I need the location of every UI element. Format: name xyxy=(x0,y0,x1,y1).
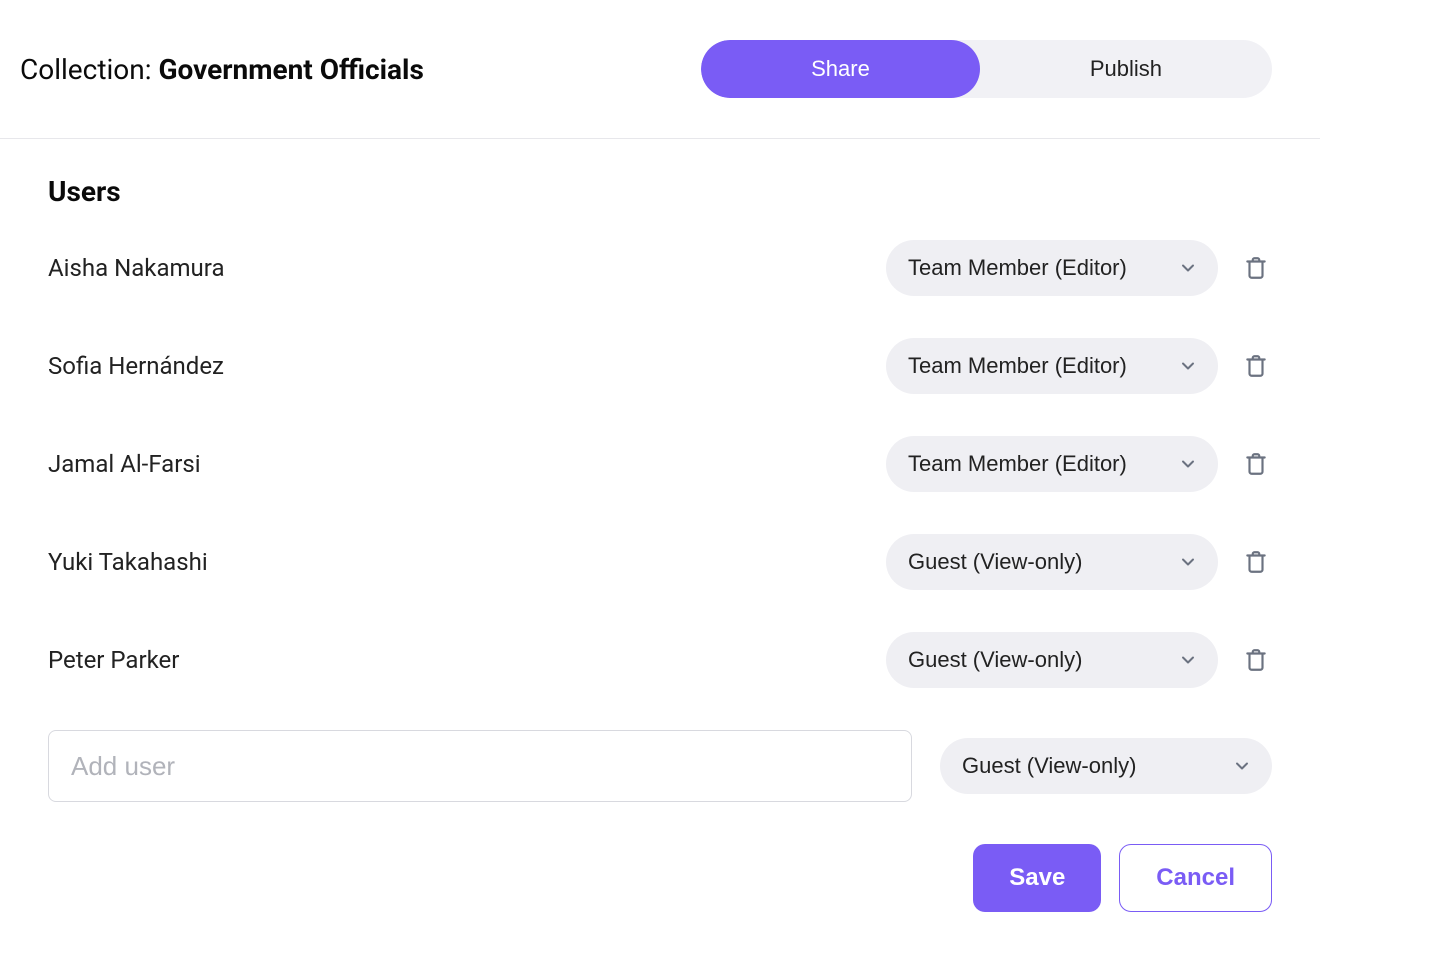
header: Collection: Government Officials Share P… xyxy=(0,0,1320,139)
user-row-controls: Team Member (Editor) xyxy=(886,240,1272,296)
trash-icon xyxy=(1243,254,1269,282)
trash-icon xyxy=(1243,352,1269,380)
page-title-prefix: Collection: xyxy=(20,53,158,86)
delete-user-button[interactable] xyxy=(1240,644,1272,676)
chevron-down-icon xyxy=(1180,260,1196,276)
chevron-down-icon xyxy=(1180,554,1196,570)
role-select[interactable]: Team Member (Editor) xyxy=(886,436,1218,492)
user-row: Yuki Takahashi Guest (View-only) xyxy=(48,534,1272,590)
user-row-controls: Guest (View-only) xyxy=(886,534,1272,590)
role-select-label: Team Member (Editor) xyxy=(908,353,1127,379)
users-section-title: Users xyxy=(48,175,1272,208)
user-name: Jamal Al-Farsi xyxy=(48,450,201,478)
trash-icon xyxy=(1243,548,1269,576)
delete-user-button[interactable] xyxy=(1240,546,1272,578)
cancel-button[interactable]: Cancel xyxy=(1119,844,1272,912)
user-name: Sofia Hernández xyxy=(48,352,224,380)
role-select-label: Team Member (Editor) xyxy=(908,451,1127,477)
trash-icon xyxy=(1243,646,1269,674)
role-select[interactable]: Guest (View-only) xyxy=(940,738,1272,794)
user-name: Peter Parker xyxy=(48,646,179,674)
delete-user-button[interactable] xyxy=(1240,252,1272,284)
tab-share[interactable]: Share xyxy=(701,40,980,98)
user-row-controls: Guest (View-only) xyxy=(886,632,1272,688)
user-row: Sofia Hernández Team Member (Editor) xyxy=(48,338,1272,394)
user-name: Aisha Nakamura xyxy=(48,254,225,282)
role-select-label: Guest (View-only) xyxy=(962,753,1136,779)
chevron-down-icon xyxy=(1180,652,1196,668)
user-row: Jamal Al-Farsi Team Member (Editor) xyxy=(48,436,1272,492)
user-name: Yuki Takahashi xyxy=(48,548,208,576)
trash-icon xyxy=(1243,450,1269,478)
chevron-down-icon xyxy=(1234,758,1250,774)
role-select[interactable]: Guest (View-only) xyxy=(886,632,1218,688)
delete-user-button[interactable] xyxy=(1240,448,1272,480)
role-select-label: Team Member (Editor) xyxy=(908,255,1127,281)
user-row: Aisha Nakamura Team Member (Editor) xyxy=(48,240,1272,296)
user-row: Peter Parker Guest (View-only) xyxy=(48,632,1272,688)
role-select[interactable]: Guest (View-only) xyxy=(886,534,1218,590)
share-publish-toggle: Share Publish xyxy=(701,40,1272,98)
add-user-input[interactable] xyxy=(48,730,912,802)
page-title-name: Government Officials xyxy=(158,53,423,86)
chevron-down-icon xyxy=(1180,358,1196,374)
page-title: Collection: Government Officials xyxy=(20,53,424,86)
content: Users Aisha Nakamura Team Member (Editor… xyxy=(0,139,1320,952)
role-select-label: Guest (View-only) xyxy=(908,549,1082,575)
delete-user-button[interactable] xyxy=(1240,350,1272,382)
user-row-controls: Team Member (Editor) xyxy=(886,338,1272,394)
user-row-controls: Team Member (Editor) xyxy=(886,436,1272,492)
chevron-down-icon xyxy=(1180,456,1196,472)
role-select-label: Guest (View-only) xyxy=(908,647,1082,673)
save-button[interactable]: Save xyxy=(973,844,1101,912)
tab-publish[interactable]: Publish xyxy=(980,40,1272,98)
actions: Save Cancel xyxy=(48,844,1272,912)
add-user-row: Guest (View-only) xyxy=(48,730,1272,802)
role-select[interactable]: Team Member (Editor) xyxy=(886,240,1218,296)
role-select[interactable]: Team Member (Editor) xyxy=(886,338,1218,394)
